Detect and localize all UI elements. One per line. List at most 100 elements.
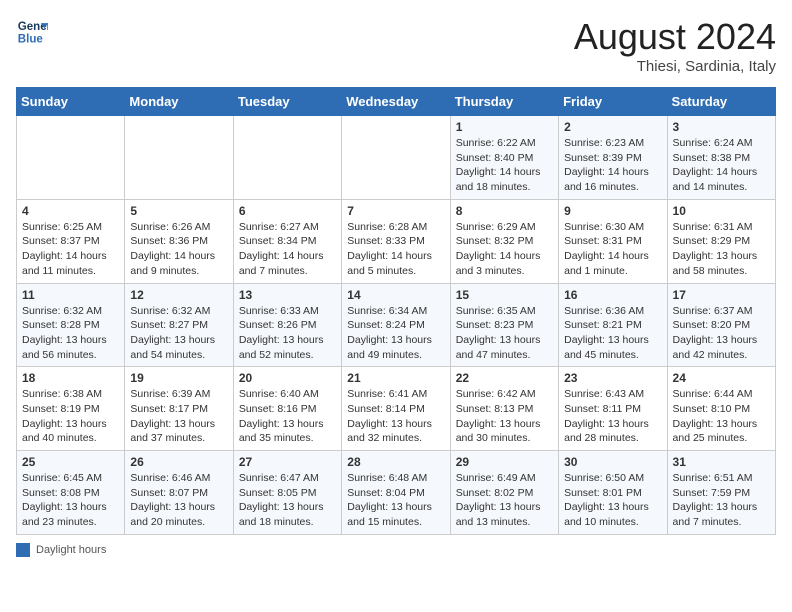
calendar-cell: 19 Sunrise: 6:39 AM Sunset: 8:17 PM Dayli…: [125, 367, 233, 451]
calendar-cell: 17Sunrise: 6:37 AM Sunset: 8:20 PM Dayli…: [667, 283, 775, 367]
day-number: 12: [130, 288, 227, 302]
calendar-day-header: Sunday: [17, 88, 125, 116]
calendar-cell: 21 Sunrise: 6:41 AM Sunset: 8:14 PM Dayli…: [342, 367, 450, 451]
day-content: Sunrise: 6:48 AM Sunset: 8:04 PM Dayligh…: [347, 471, 444, 530]
day-content: Sunrise: 6:23 AM Sunset: 8:39 PM Dayligh…: [564, 136, 661, 195]
day-number: 23: [564, 371, 661, 385]
calendar-cell: 6 Sunrise: 6:27 AM Sunset: 8:34 PM Daylig…: [233, 199, 341, 283]
calendar-cell: 9Sunrise: 6:30 AM Sunset: 8:31 PM Daylig…: [559, 199, 667, 283]
calendar-cell: 31Sunrise: 6:51 AM Sunset: 7:59 PM Dayli…: [667, 451, 775, 535]
month-year: August 2024: [574, 16, 776, 58]
calendar-day-header: Wednesday: [342, 88, 450, 116]
day-content: Sunrise: 6:41 AM Sunset: 8:14 PM Dayligh…: [347, 387, 444, 446]
day-content: Sunrise: 6:25 AM Sunset: 8:37 PM Dayligh…: [22, 220, 119, 279]
calendar-cell: 13 Sunrise: 6:33 AM Sunset: 8:26 PM Dayli…: [233, 283, 341, 367]
day-number: 13: [239, 288, 336, 302]
calendar-cell: 24 Sunrise: 6:44 AM Sunset: 8:10 PM Dayli…: [667, 367, 775, 451]
day-content: Sunrise: 6:46 AM Sunset: 8:07 PM Dayligh…: [130, 471, 227, 530]
calendar-cell: 15 Sunrise: 6:35 AM Sunset: 8:23 PM Dayli…: [450, 283, 558, 367]
calendar-cell: [17, 116, 125, 200]
day-content: Sunrise: 6:50 AM Sunset: 8:01 PM Dayligh…: [564, 471, 661, 530]
calendar-week-row: 1Sunrise: 6:22 AM Sunset: 8:40 PM Daylig…: [17, 116, 776, 200]
calendar-cell: 7 Sunrise: 6:28 AM Sunset: 8:33 PM Daylig…: [342, 199, 450, 283]
day-content: Sunrise: 6:33 AM Sunset: 8:26 PM Dayligh…: [239, 304, 336, 363]
day-content: Sunrise: 6:47 AM Sunset: 8:05 PM Dayligh…: [239, 471, 336, 530]
calendar-cell: 26Sunrise: 6:46 AM Sunset: 8:07 PM Dayli…: [125, 451, 233, 535]
calendar-header-row: SundayMondayTuesdayWednesdayThursdayFrid…: [17, 88, 776, 116]
calendar-cell: 23 Sunrise: 6:43 AM Sunset: 8:11 PM Dayli…: [559, 367, 667, 451]
day-number: 30: [564, 455, 661, 469]
day-number: 28: [347, 455, 444, 469]
day-number: 27: [239, 455, 336, 469]
calendar-day-header: Tuesday: [233, 88, 341, 116]
legend-label: Daylight hours: [36, 544, 106, 556]
day-number: 5: [130, 204, 227, 218]
day-content: Sunrise: 6:51 AM Sunset: 7:59 PM Dayligh…: [673, 471, 770, 530]
day-number: 10: [673, 204, 770, 218]
calendar-cell: 27 Sunrise: 6:47 AM Sunset: 8:05 PM Dayli…: [233, 451, 341, 535]
calendar-cell: 22Sunrise: 6:42 AM Sunset: 8:13 PM Dayli…: [450, 367, 558, 451]
calendar-cell: 28 Sunrise: 6:48 AM Sunset: 8:04 PM Dayli…: [342, 451, 450, 535]
svg-text:General: General: [18, 21, 48, 33]
day-number: 22: [456, 371, 553, 385]
day-number: 15: [456, 288, 553, 302]
day-content: Sunrise: 6:26 AM Sunset: 8:36 PM Dayligh…: [130, 220, 227, 279]
calendar-cell: 18Sunrise: 6:38 AM Sunset: 8:19 PM Dayli…: [17, 367, 125, 451]
day-content: Sunrise: 6:39 AM Sunset: 8:17 PM Dayligh…: [130, 387, 227, 446]
calendar-cell: 30 Sunrise: 6:50 AM Sunset: 8:01 PM Dayli…: [559, 451, 667, 535]
day-content: Sunrise: 6:30 AM Sunset: 8:31 PM Dayligh…: [564, 220, 661, 279]
day-content: Sunrise: 6:34 AM Sunset: 8:24 PM Dayligh…: [347, 304, 444, 363]
calendar-cell: 1Sunrise: 6:22 AM Sunset: 8:40 PM Daylig…: [450, 116, 558, 200]
calendar-day-header: Saturday: [667, 88, 775, 116]
logo-icon: General Blue: [16, 16, 48, 48]
calendar-cell: 8Sunrise: 6:29 AM Sunset: 8:32 PM Daylig…: [450, 199, 558, 283]
calendar-day-header: Thursday: [450, 88, 558, 116]
day-number: 19: [130, 371, 227, 385]
calendar-cell: [342, 116, 450, 200]
day-number: 6: [239, 204, 336, 218]
day-content: Sunrise: 6:36 AM Sunset: 8:21 PM Dayligh…: [564, 304, 661, 363]
calendar-cell: 20Sunrise: 6:40 AM Sunset: 8:16 PM Dayli…: [233, 367, 341, 451]
day-number: 7: [347, 204, 444, 218]
calendar-cell: 12 Sunrise: 6:32 AM Sunset: 8:27 PM Dayli…: [125, 283, 233, 367]
day-content: Sunrise: 6:49 AM Sunset: 8:02 PM Dayligh…: [456, 471, 553, 530]
calendar-cell: 4 Sunrise: 6:25 AM Sunset: 8:37 PM Daylig…: [17, 199, 125, 283]
calendar-cell: 14 Sunrise: 6:34 AM Sunset: 8:24 PM Dayli…: [342, 283, 450, 367]
page-header: General Blue August 2024 Thiesi, Sardini…: [16, 16, 776, 75]
day-content: Sunrise: 6:32 AM Sunset: 8:27 PM Dayligh…: [130, 304, 227, 363]
day-content: Sunrise: 6:22 AM Sunset: 8:40 PM Dayligh…: [456, 136, 553, 195]
day-content: Sunrise: 6:27 AM Sunset: 8:34 PM Dayligh…: [239, 220, 336, 279]
day-number: 17: [673, 288, 770, 302]
calendar-cell: 3 Sunrise: 6:24 AM Sunset: 8:38 PM Daylig…: [667, 116, 775, 200]
day-number: 3: [673, 120, 770, 134]
day-content: Sunrise: 6:43 AM Sunset: 8:11 PM Dayligh…: [564, 387, 661, 446]
day-number: 25: [22, 455, 119, 469]
day-number: 11: [22, 288, 119, 302]
day-content: Sunrise: 6:32 AM Sunset: 8:28 PM Dayligh…: [22, 304, 119, 363]
calendar-day-header: Friday: [559, 88, 667, 116]
calendar-week-row: 18Sunrise: 6:38 AM Sunset: 8:19 PM Dayli…: [17, 367, 776, 451]
calendar-day-header: Monday: [125, 88, 233, 116]
calendar-table: SundayMondayTuesdayWednesdayThursdayFrid…: [16, 87, 776, 535]
day-number: 2: [564, 120, 661, 134]
calendar-week-row: 4 Sunrise: 6:25 AM Sunset: 8:37 PM Daylig…: [17, 199, 776, 283]
calendar-week-row: 11 Sunrise: 6:32 AM Sunset: 8:28 PM Dayli…: [17, 283, 776, 367]
day-number: 16: [564, 288, 661, 302]
title-block: August 2024 Thiesi, Sardinia, Italy: [574, 16, 776, 75]
day-number: 24: [673, 371, 770, 385]
day-content: Sunrise: 6:24 AM Sunset: 8:38 PM Dayligh…: [673, 136, 770, 195]
day-content: Sunrise: 6:45 AM Sunset: 8:08 PM Dayligh…: [22, 471, 119, 530]
day-content: Sunrise: 6:28 AM Sunset: 8:33 PM Dayligh…: [347, 220, 444, 279]
calendar-footer: Daylight hours: [16, 543, 776, 557]
day-content: Sunrise: 6:44 AM Sunset: 8:10 PM Dayligh…: [673, 387, 770, 446]
calendar-cell: 5 Sunrise: 6:26 AM Sunset: 8:36 PM Daylig…: [125, 199, 233, 283]
day-content: Sunrise: 6:38 AM Sunset: 8:19 PM Dayligh…: [22, 387, 119, 446]
day-number: 4: [22, 204, 119, 218]
day-number: 21: [347, 371, 444, 385]
day-content: Sunrise: 6:35 AM Sunset: 8:23 PM Dayligh…: [456, 304, 553, 363]
day-content: Sunrise: 6:31 AM Sunset: 8:29 PM Dayligh…: [673, 220, 770, 279]
day-number: 14: [347, 288, 444, 302]
calendar-cell: [125, 116, 233, 200]
calendar-cell: [233, 116, 341, 200]
logo: General Blue: [16, 16, 48, 48]
